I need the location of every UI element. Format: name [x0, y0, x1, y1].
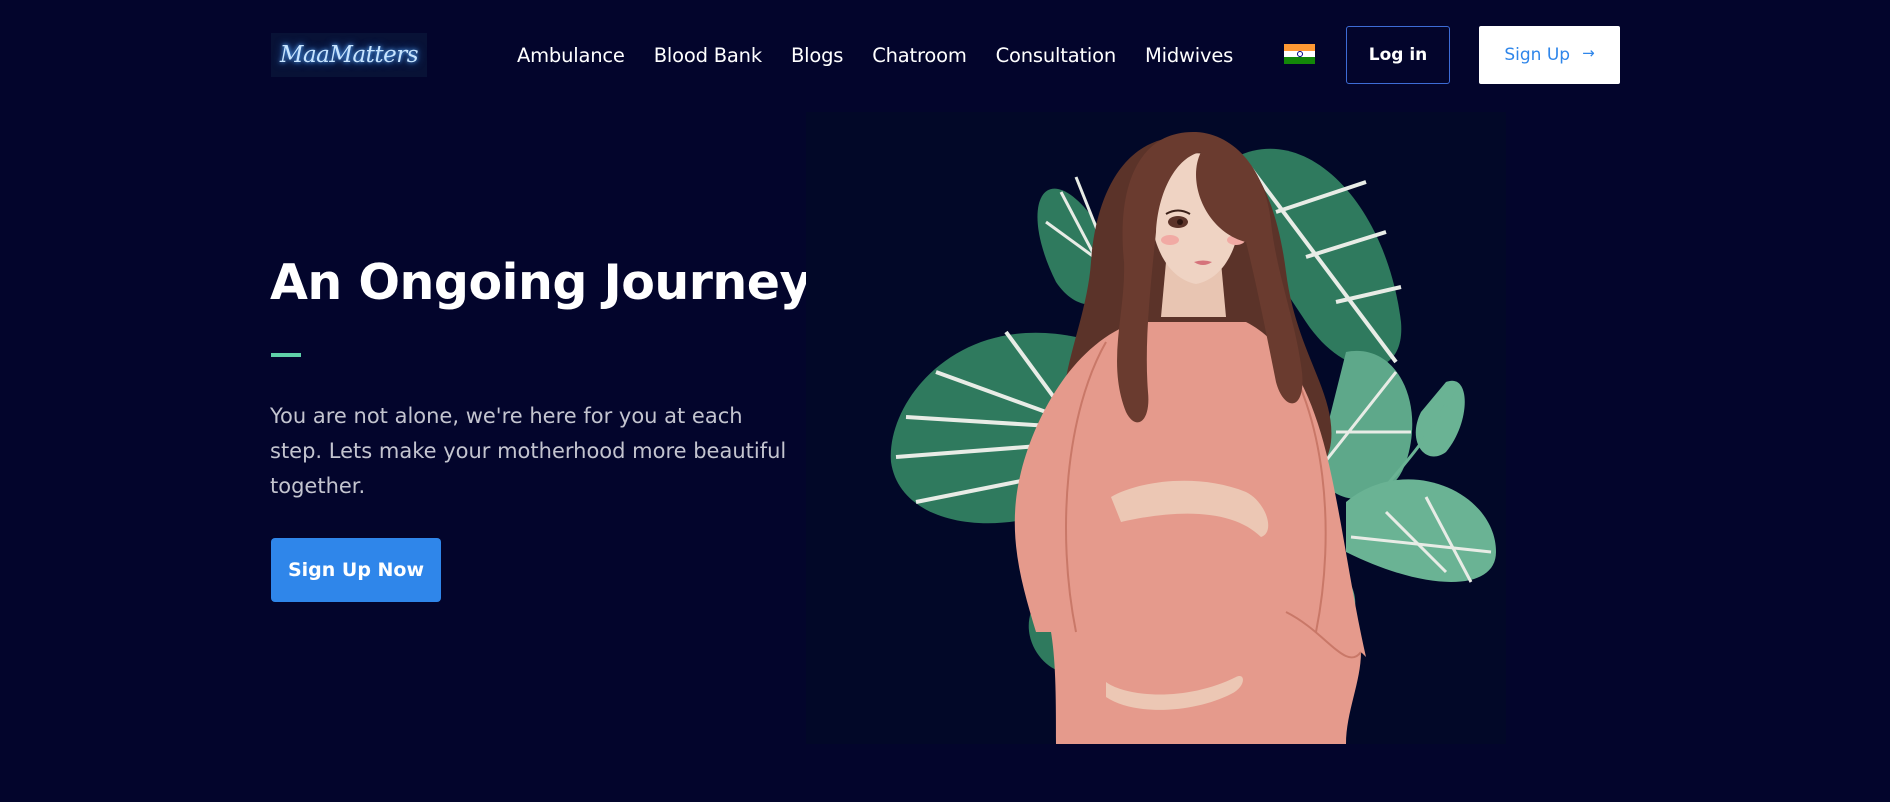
hero-description: You are not alone, we're here for you at…	[270, 404, 787, 498]
nav-chatroom[interactable]: Chatroom	[872, 44, 967, 67]
login-button[interactable]: Log in	[1346, 26, 1450, 84]
nav-ambulance[interactable]: Ambulance	[517, 44, 625, 67]
leaf-right-lower	[1346, 479, 1496, 583]
signup-button[interactable]: Sign Up →	[1479, 26, 1620, 84]
nav-blood-bank[interactable]: Blood Bank	[654, 44, 762, 67]
nav-blogs[interactable]: Blogs	[791, 44, 843, 67]
signup-now-button[interactable]: Sign Up Now	[271, 538, 441, 602]
logo[interactable]: MaaMatters	[271, 33, 427, 77]
main-nav: Ambulance Blood Bank Blogs Chatroom Cons…	[517, 40, 1262, 70]
india-flag-icon[interactable]	[1284, 44, 1315, 64]
arrow-right-icon: →	[1582, 44, 1595, 62]
signup-button-label: Sign Up	[1504, 45, 1571, 65]
nav-midwives[interactable]: Midwives	[1145, 44, 1233, 67]
hero-title: An Ongoing Journey	[270, 254, 811, 311]
accent-divider	[271, 353, 301, 357]
nav-consultation[interactable]: Consultation	[996, 44, 1117, 67]
pregnant-woman-illustration	[806, 112, 1506, 744]
